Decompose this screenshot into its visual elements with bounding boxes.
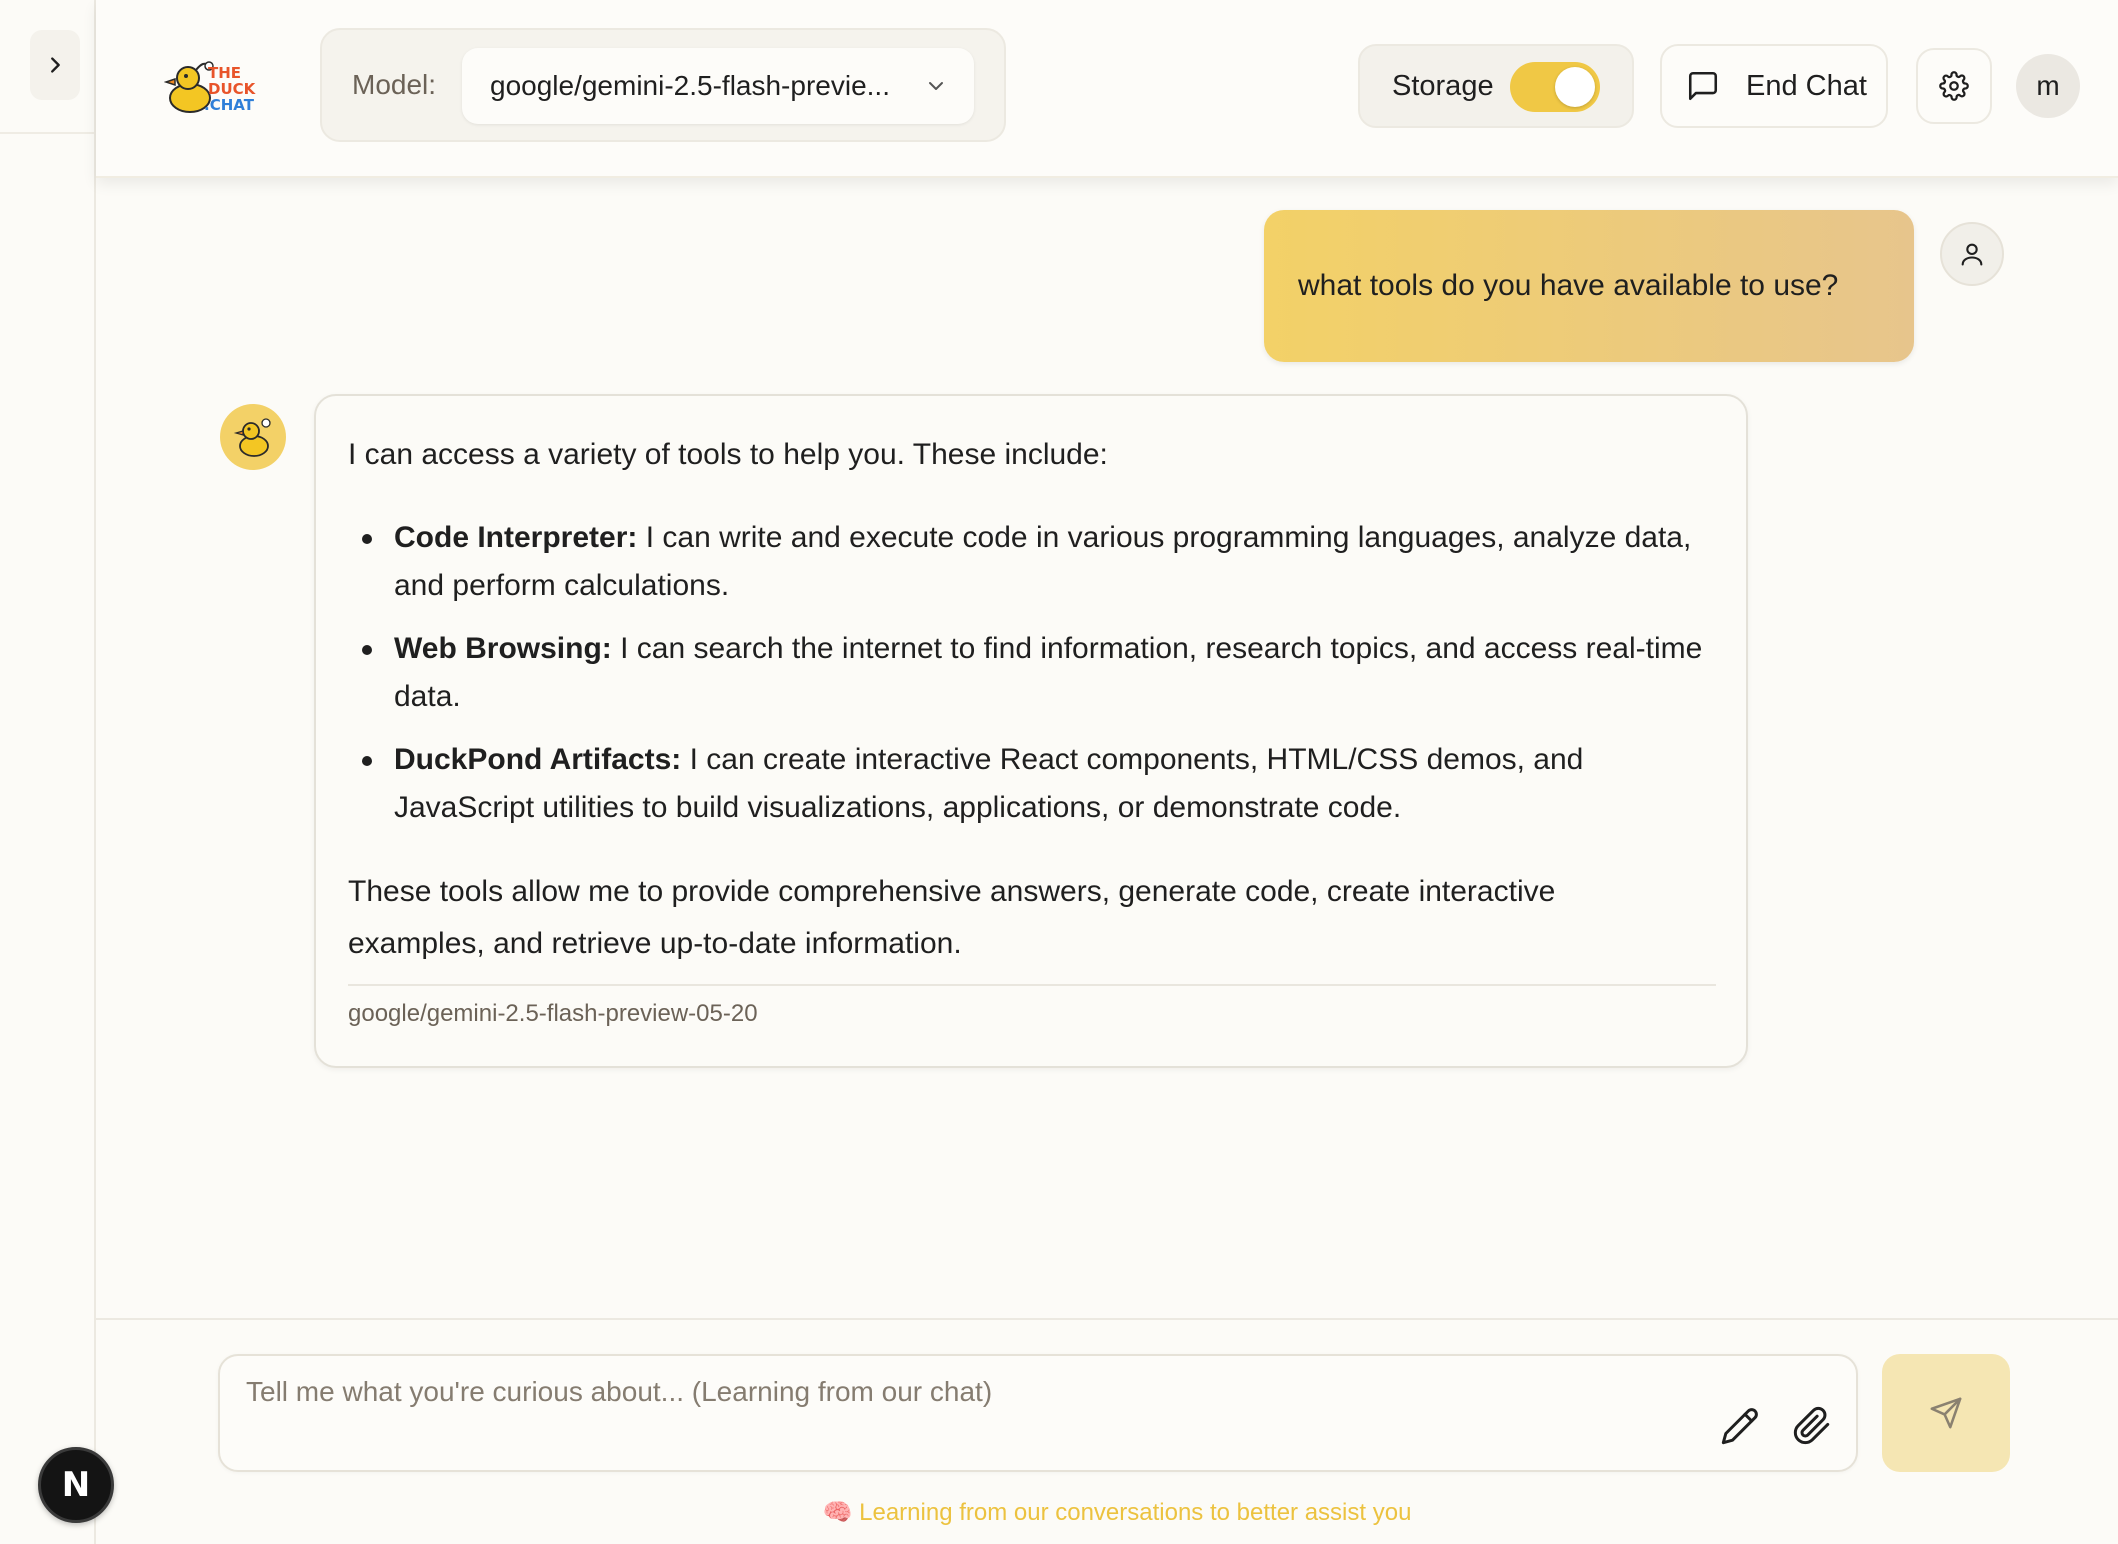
user-message-avatar xyxy=(1940,222,2004,286)
duck-icon xyxy=(233,418,271,457)
chevron-down-icon xyxy=(929,82,943,90)
model-selector-group: Model: google/gemini-2.5-flash-previe... xyxy=(320,28,1006,142)
sidebar-divider xyxy=(0,132,94,134)
send-icon xyxy=(1930,1397,1962,1429)
learning-note: 🧠 Learning from our conversations to bet… xyxy=(822,1499,1412,1526)
end-chat-button[interactable]: End Chat xyxy=(1660,44,1888,128)
sidebar xyxy=(0,0,96,1544)
model-label: Model: xyxy=(352,69,437,100)
storage-label: Storage xyxy=(1392,70,1494,102)
assistant-avatar xyxy=(220,404,286,470)
list-item: DuckPond Artifacts: I can create interac… xyxy=(344,736,1704,832)
model-dropdown-value: google/gemini-2.5-flash-previe... xyxy=(490,70,890,101)
chat-input-box xyxy=(218,1354,1858,1472)
message-square-icon xyxy=(1688,71,1718,101)
paperclip-icon[interactable] xyxy=(1792,1406,1832,1446)
assistant-intro-text: I can access a variety of tools to help … xyxy=(348,438,1108,471)
model-dropdown[interactable]: google/gemini-2.5-flash-previe... xyxy=(462,48,974,124)
composer-divider xyxy=(96,1318,2118,1320)
user-menu-avatar[interactable]: m xyxy=(2016,54,2080,118)
duck-chat-logo[interactable]: THE DUCK .CHAT xyxy=(164,56,274,118)
svg-text:.CHAT: .CHAT xyxy=(204,96,255,114)
toggle-knob xyxy=(1555,67,1595,107)
settings-button[interactable] xyxy=(1916,48,1992,124)
list-item: Web Browsing: I can search the internet … xyxy=(344,625,1704,721)
user-icon xyxy=(1961,243,1983,266)
sidebar-toggle-button[interactable] xyxy=(30,30,80,100)
top-header: THE DUCK .CHAT Model: google/gemini-2.5-… xyxy=(96,0,2118,178)
send-button[interactable] xyxy=(1882,1354,2010,1472)
chat-input[interactable] xyxy=(244,1374,1648,1438)
assistant-message-card: I can access a variety of tools to help … xyxy=(314,394,1748,1068)
assistant-outro-text: These tools allow me to provide comprehe… xyxy=(348,875,1556,960)
chevron-right-icon xyxy=(51,57,60,73)
gear-icon xyxy=(1939,71,1969,101)
storage-toggle-group: Storage xyxy=(1358,44,1634,128)
response-model-label: google/gemini-2.5-flash-preview-05-20 xyxy=(348,1000,758,1027)
message-divider xyxy=(348,984,1716,986)
user-message-bubble: what tools do you have available to use? xyxy=(1264,210,1914,362)
pencil-icon[interactable] xyxy=(1720,1406,1760,1446)
end-chat-label: End Chat xyxy=(1746,69,1867,102)
tools-list: Code Interpreter: I can write and execut… xyxy=(344,514,1704,847)
storage-toggle[interactable] xyxy=(1510,62,1600,112)
list-item: Code Interpreter: I can write and execut… xyxy=(344,514,1704,610)
